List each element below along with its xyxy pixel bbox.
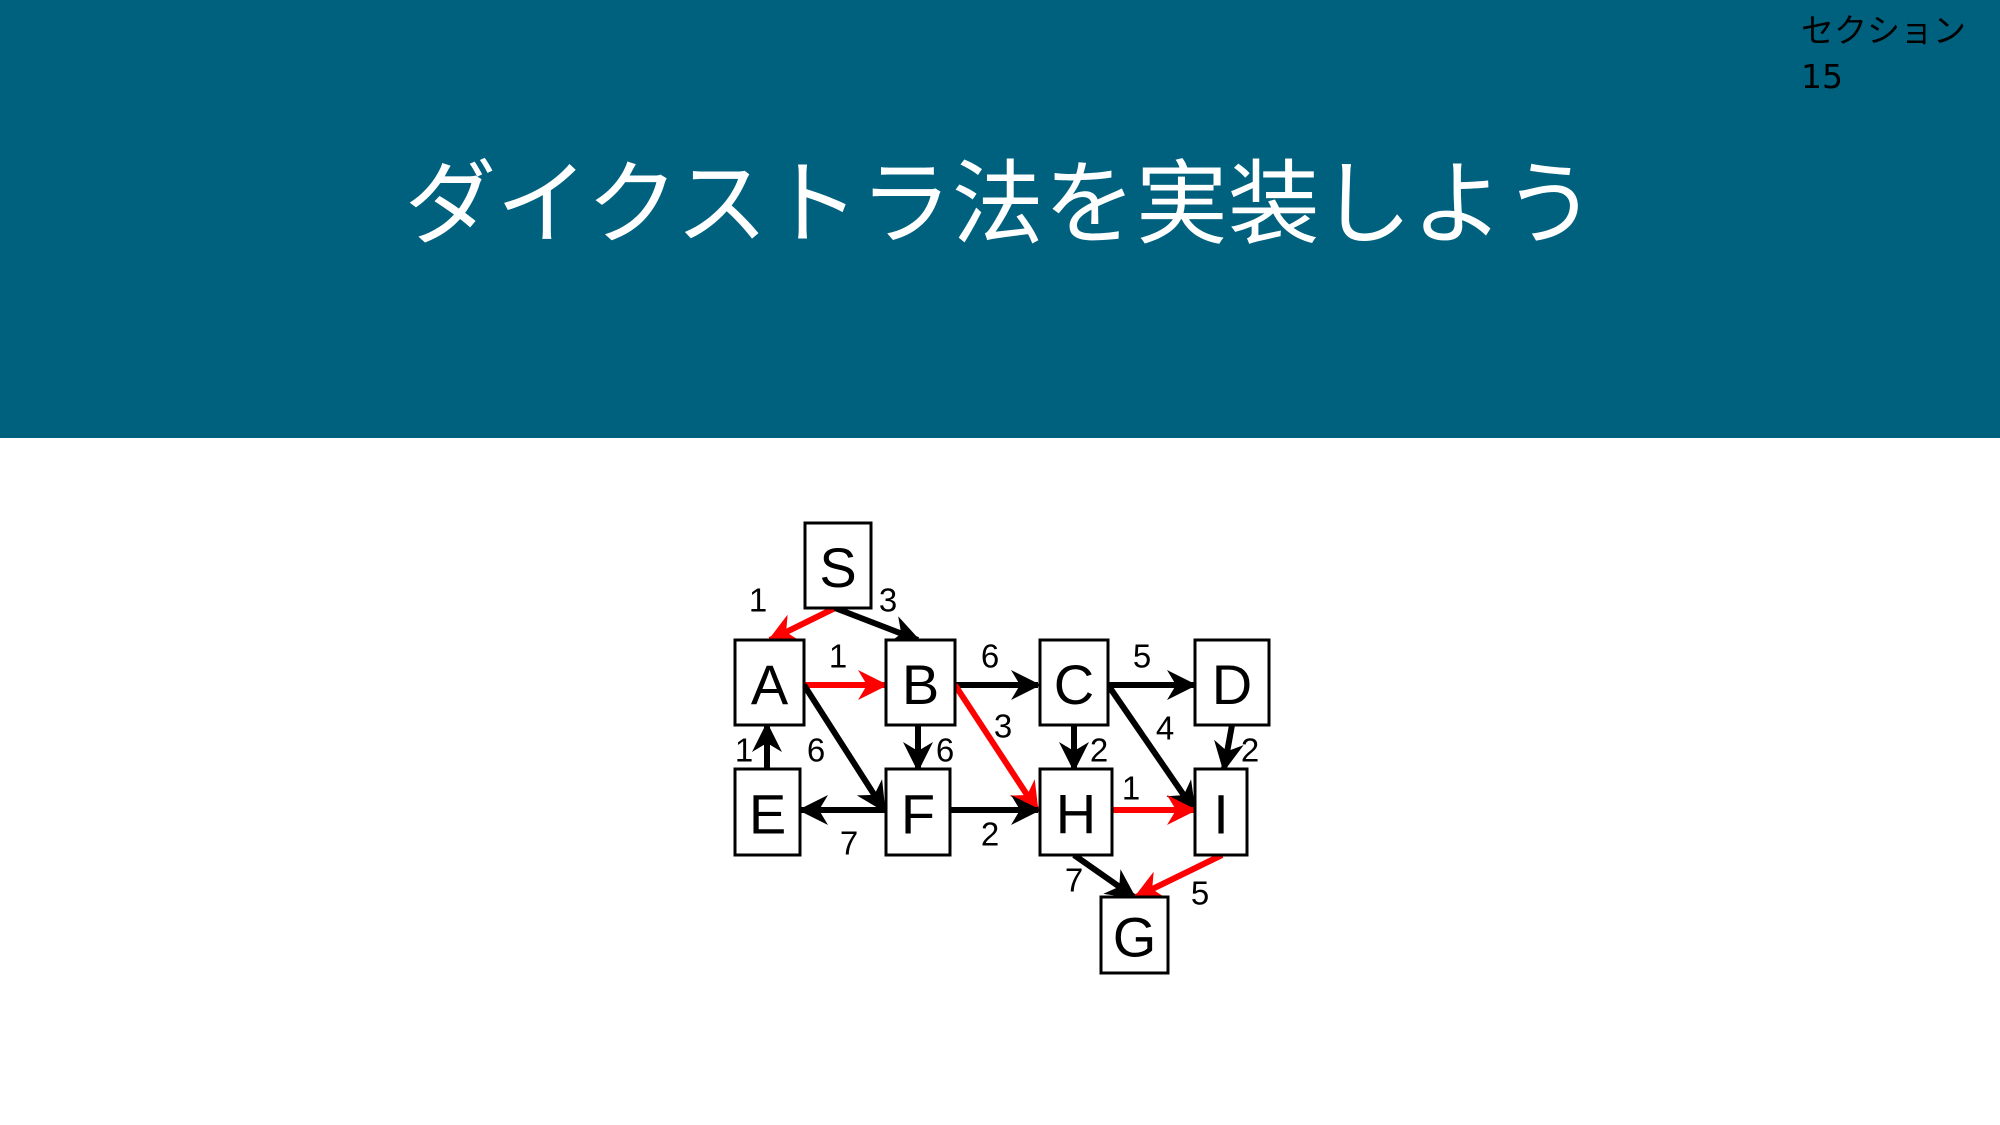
edge-weight-label: 3 — [879, 582, 897, 619]
node-label: B — [902, 653, 939, 716]
node-b: B — [884, 638, 957, 727]
edge-weight-label: 2 — [981, 816, 999, 853]
edge-weight-label: 1 — [1122, 770, 1140, 807]
node-label: C — [1054, 653, 1094, 716]
edge-s-b — [833, 605, 921, 645]
node-label: D — [1212, 653, 1252, 716]
edge-weight-label: 4 — [1156, 710, 1174, 747]
edge-weight-label: 7 — [1065, 862, 1083, 899]
node-s: S — [803, 521, 873, 610]
node-c: C — [1038, 638, 1110, 727]
edge-weight-label: 1 — [749, 582, 767, 619]
edge-weight-label: 6 — [936, 732, 954, 769]
edge-weight-label: 5 — [1191, 875, 1209, 912]
edge-weight-label: 6 — [981, 638, 999, 675]
edge-d-i — [1214, 724, 1244, 772]
node-e: E — [733, 767, 802, 857]
edge-b-h-shortest-path — [952, 683, 1040, 813]
node-a: A — [733, 638, 806, 727]
node-label: G — [1113, 906, 1157, 969]
node-h: H — [1038, 767, 1114, 857]
edge-weight-label: 1 — [735, 732, 753, 769]
node-d: D — [1193, 638, 1271, 727]
edge-weight-label: 5 — [1133, 638, 1151, 675]
edge-weight-label: 2 — [1241, 732, 1259, 769]
edge-s-a-shortest-path — [767, 605, 837, 643]
edge-weight-label: 1 — [829, 638, 847, 675]
node-label: E — [749, 783, 786, 846]
node-label: S — [819, 536, 856, 599]
node-label: A — [751, 653, 789, 716]
edge-weight-label: 2 — [1090, 732, 1108, 769]
edge-weight-label: 3 — [994, 708, 1012, 745]
node-label: I — [1213, 783, 1229, 846]
dijkstra-graph-diagram: 1 316166352427 217 5 SA B C DE F H IG — [733, 521, 1271, 975]
node-label: H — [1056, 783, 1096, 846]
edge-weight-label: 6 — [807, 732, 825, 769]
node-label: F — [901, 783, 935, 846]
node-f: F — [884, 767, 952, 857]
edge-weight-label: 7 — [840, 825, 858, 862]
node-i: I — [1193, 767, 1249, 857]
node-g: G — [1099, 895, 1170, 975]
